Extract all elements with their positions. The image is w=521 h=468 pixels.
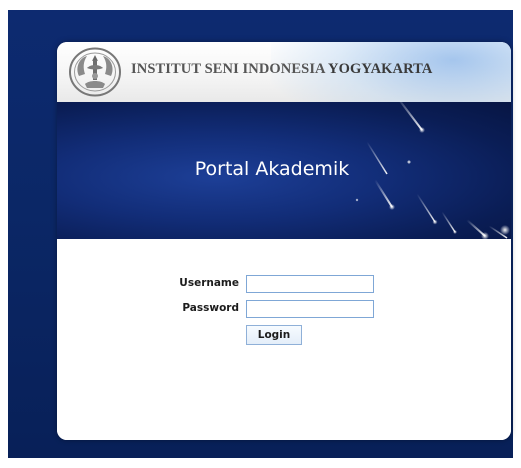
institution-name-part2: YOGYAKARTA bbox=[328, 61, 433, 77]
institution-name: INSTITUT SENI INDONESIA YOGYAKARTA bbox=[131, 61, 432, 78]
page-background: INSTITUT SENI INDONESIA YOGYAKARTA Porta… bbox=[8, 10, 513, 458]
institution-name-part1: INSTITUT SENI INDONESIA bbox=[131, 61, 329, 77]
isi-emblem-icon bbox=[69, 47, 121, 97]
username-input[interactable] bbox=[246, 275, 374, 293]
login-button[interactable]: Login bbox=[246, 325, 302, 345]
password-input[interactable] bbox=[246, 300, 374, 318]
institution-header: INSTITUT SENI INDONESIA YOGYAKARTA bbox=[57, 42, 511, 102]
login-card: INSTITUT SENI INDONESIA YOGYAKARTA Porta… bbox=[57, 42, 511, 440]
login-form: Username Password Login bbox=[57, 239, 511, 440]
portal-title: Portal Akademik bbox=[194, 158, 350, 180]
password-label: Password bbox=[182, 302, 239, 314]
portal-banner: Portal Akademik bbox=[57, 102, 511, 239]
username-label: Username bbox=[179, 277, 239, 289]
